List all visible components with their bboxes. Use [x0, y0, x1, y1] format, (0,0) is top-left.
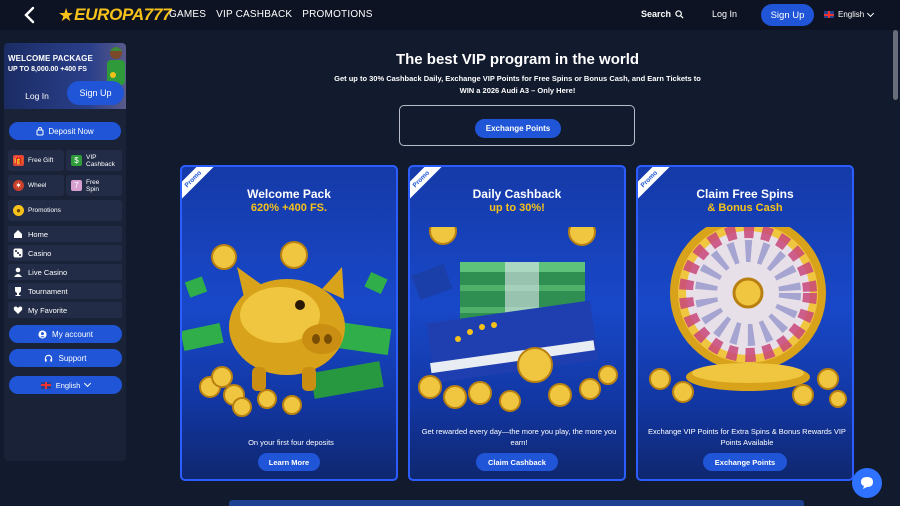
sidebar-item-label: Tournament — [28, 286, 68, 296]
tile-vip-cashback[interactable]: $ VIP Cashback — [66, 150, 122, 171]
claim-cashback-button[interactable]: Claim Cashback — [476, 453, 558, 471]
card-description: Get rewarded every day—the more you play… — [421, 427, 617, 447]
support-button[interactable]: Support — [9, 349, 122, 367]
card-description: Exchange VIP Points for Extra Spins & Bo… — [648, 427, 846, 447]
sidebar-item-home[interactable]: Home — [8, 226, 122, 242]
card-subtitle: up to 30%! — [489, 202, 545, 214]
page-subtitle: Get up to 30% Cashback Daily, Exchange V… — [310, 73, 725, 97]
back-arrow-icon[interactable] — [22, 6, 36, 24]
my-account-label: My account — [52, 329, 93, 339]
subtitle-line-1: Get up to 30% Cashback Daily, Exchange V… — [334, 74, 701, 83]
trophy-icon — [15, 287, 21, 296]
sidebar-item-label: Casino — [28, 248, 52, 258]
quick-tiles: 🎁 Free Gift $ VIP Cashback ✶ Wheel 7 Fre… — [8, 150, 122, 221]
uk-flag-icon — [40, 381, 51, 389]
user-icon — [38, 329, 47, 339]
nav-vip-cashback[interactable]: VIP CASHBACK — [216, 9, 292, 20]
exchange-points-box: Exchange Points — [399, 105, 635, 146]
next-section-strip — [229, 500, 804, 506]
tile-label: Free Gift — [28, 157, 54, 164]
card-subtitle: 620% +400 FS. — [250, 202, 328, 214]
chat-bubble-icon — [861, 477, 873, 489]
tile-wheel[interactable]: ✶ Wheel — [8, 175, 64, 196]
chevron-down-icon — [867, 9, 875, 17]
gift-icon: 🎁 — [13, 155, 24, 166]
wheel-icon: ✶ — [13, 180, 24, 191]
main-nav: GAMES VIP CASHBACK PROMOTIONS — [169, 9, 373, 20]
tile-promotions[interactable]: ● Promotions — [8, 200, 122, 221]
subtitle-line-2: WIN a 2026 Audi A3 – Only Here! — [459, 86, 576, 95]
promo-card-free-spins[interactable]: Promo Claim Free Spins & Bonus Cash Exch… — [636, 165, 854, 481]
search-button[interactable]: Search — [641, 9, 684, 19]
sidebar-signup-button[interactable]: Sign Up — [67, 81, 124, 105]
signup-button[interactable]: Sign Up — [761, 4, 814, 26]
deposit-button[interactable]: Deposit Now — [9, 122, 121, 140]
language-selector[interactable]: English — [824, 9, 875, 19]
card-exchange-points-button[interactable]: Exchange Points — [703, 453, 787, 471]
sidebar-item-live-casino[interactable]: Live Casino — [8, 264, 122, 280]
exchange-points-button[interactable]: Exchange Points — [475, 119, 561, 138]
card-subtitle: & Bonus Cash — [707, 202, 783, 214]
sidebar-item-label: Home — [28, 229, 49, 239]
welcome-banner[interactable]: WELCOME PACKAGE UP TO 8,000.00 +400 FS L… — [4, 43, 126, 109]
top-bar: ★ EUROPA777 GAMES VIP CASHBACK PROMOTION… — [0, 0, 900, 30]
welcome-subtitle: UP TO 8,000.00 +400 FS — [8, 66, 87, 73]
logo[interactable]: ★ EUROPA777 — [58, 5, 172, 25]
promo-card-welcome-pack[interactable]: Promo Welcome Pack 620% +400 FS. On your… — [180, 165, 398, 481]
sidebar-item-label: My Favorite — [28, 305, 68, 315]
language-label: English — [55, 380, 81, 390]
tile-label: Wheel — [28, 182, 47, 189]
piggy-bank-image — [182, 241, 392, 417]
support-label: Support — [58, 353, 87, 363]
logo-text: EUROPA777 — [74, 5, 172, 24]
chat-button[interactable] — [852, 468, 882, 498]
sidebar: WELCOME PACKAGE UP TO 8,000.00 +400 FS L… — [4, 43, 126, 461]
sidebar-item-my-favorite[interactable]: My Favorite — [8, 302, 122, 318]
promo-card-daily-cashback[interactable]: Promo Daily Cashback up to 30%! Get rewa… — [408, 165, 626, 481]
card-title: Welcome Pack — [247, 187, 331, 201]
fortune-wheel-image — [649, 227, 847, 408]
nav-games[interactable]: GAMES — [169, 9, 206, 20]
search-icon — [675, 9, 684, 19]
tile-label: VIP Cashback — [86, 153, 115, 168]
sidebar-language-selector[interactable]: English — [9, 376, 122, 394]
welcome-title: WELCOME PACKAGE — [8, 54, 93, 63]
dice-icon — [13, 248, 23, 258]
my-account-button[interactable]: My account — [9, 325, 122, 343]
cashback-icon: $ — [71, 155, 82, 166]
sidebar-login-button[interactable]: Log In — [9, 87, 65, 105]
tile-free-spin[interactable]: 7 Free Spin — [66, 175, 122, 196]
star-icon: ★ — [58, 5, 75, 25]
page-title: The best VIP program in the world — [395, 51, 640, 68]
learn-more-button[interactable]: Learn More — [258, 453, 320, 471]
sidebar-menu: Home Casino Live Casino Tournament My Fa… — [8, 226, 122, 318]
headset-icon — [45, 354, 53, 362]
uk-flag-icon — [824, 11, 834, 18]
chevron-down-icon — [84, 379, 92, 388]
deposit-label: Deposit Now — [48, 126, 94, 136]
slot-icon: 7 — [71, 180, 82, 191]
heart-icon — [13, 306, 23, 314]
scrollbar[interactable] — [893, 30, 898, 100]
nav-promotions[interactable]: PROMOTIONS — [302, 9, 372, 20]
login-link[interactable]: Log In — [712, 9, 737, 19]
card-title: Claim Free Spins — [696, 187, 794, 201]
tile-label: Free Spin — [86, 178, 100, 193]
card-title: Daily Cashback — [472, 187, 562, 201]
sidebar-item-label: Live Casino — [28, 267, 68, 277]
sidebar-item-casino[interactable]: Casino — [8, 245, 122, 261]
cash-stack-image — [411, 227, 618, 412]
sidebar-item-tournament[interactable]: Tournament — [8, 283, 122, 299]
coin-icon: ● — [13, 205, 24, 216]
mascot-image — [107, 47, 125, 85]
live-icon — [14, 267, 22, 277]
tile-label: Promotions — [28, 207, 61, 214]
search-label: Search — [641, 9, 672, 19]
wallet-icon — [36, 126, 44, 135]
language-label: English — [838, 10, 865, 19]
tile-free-gift[interactable]: 🎁 Free Gift — [8, 150, 64, 171]
home-icon — [14, 230, 22, 238]
card-description: On your first four deposits — [248, 438, 334, 447]
